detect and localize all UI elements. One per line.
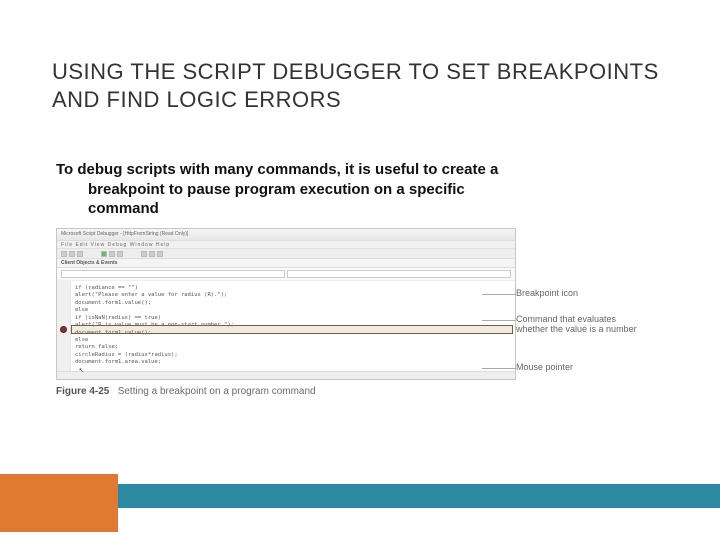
pause-button[interactable] <box>109 251 115 257</box>
code-line: else <box>75 337 511 344</box>
code-line: alert("R is value must be a non-start nu… <box>75 322 511 329</box>
ide-panel-label: Client Objects & Events <box>57 259 515 268</box>
code-line: if (isNaN(radius) == true) <box>75 315 511 322</box>
ide-title-bar: Microsoft Script Debugger - [HttpFromStr… <box>57 229 515 241</box>
callout-label: Mouse pointer <box>516 362 573 372</box>
code-line: return false; <box>75 344 511 351</box>
mouse-pointer-icon: ↖ <box>79 365 84 376</box>
ide-status-bar <box>57 371 515 379</box>
callout-label: Command that evaluates whether the value… <box>516 314 637 334</box>
object-dropdown[interactable] <box>61 270 285 278</box>
body-text: To debug scripts with many commands, it … <box>56 160 660 219</box>
step-into-button[interactable] <box>141 251 147 257</box>
code-line: document.form1.area.value; <box>75 359 511 366</box>
code-line: alert("Please enter a value for radius (… <box>75 292 511 299</box>
code-line: document.form1.value(); <box>75 330 511 337</box>
body-line-1: To debug scripts with many commands, it … <box>56 161 498 178</box>
run-button[interactable] <box>101 251 107 257</box>
code-line: circleRadius = (radius*radius); <box>75 352 511 359</box>
event-dropdown[interactable] <box>287 270 511 278</box>
ide-toolbar <box>57 249 515 259</box>
callout-mouse: Mouse pointer <box>516 362 573 372</box>
toolbar-button[interactable] <box>77 251 83 257</box>
callout-label: Breakpoint icon <box>516 288 578 298</box>
toolbar-button[interactable] <box>69 251 75 257</box>
footer-block-orange <box>0 474 118 532</box>
code-line: else <box>75 307 511 314</box>
figure-label: Figure 4-25 <box>56 386 109 397</box>
ide-object-dropdowns <box>57 268 515 281</box>
body-line-3: command <box>56 199 660 219</box>
step-over-button[interactable] <box>149 251 155 257</box>
figure: Microsoft Script Debugger - [HttpFromStr… <box>56 228 516 397</box>
body-line-2: breakpoint to pause program execution on… <box>56 180 660 200</box>
ide-menu-bar: File Edit View Debug Window Help <box>57 241 515 249</box>
callout-command: Command that evaluates whether the value… <box>516 314 646 334</box>
callout-breakpoint: Breakpoint icon <box>516 288 578 298</box>
ide-code-area: if (radiance == "") alert("Please enter … <box>57 281 515 371</box>
slide: USING THE SCRIPT DEBUGGER TO SET BREAKPO… <box>0 0 720 540</box>
figure-caption: Figure 4-25 Setting a breakpoint on a pr… <box>56 386 516 397</box>
code-line: if (radiance == "") <box>75 285 511 292</box>
toolbar-button[interactable] <box>61 251 67 257</box>
breakpoint-icon[interactable] <box>60 326 67 333</box>
ide-window: Microsoft Script Debugger - [HttpFromStr… <box>56 228 516 380</box>
figure-caption-text: Setting a breakpoint on a program comman… <box>118 386 316 397</box>
step-out-button[interactable] <box>157 251 163 257</box>
code-line: document.form1.value(); <box>75 300 511 307</box>
slide-title: USING THE SCRIPT DEBUGGER TO SET BREAKPO… <box>52 58 680 113</box>
stop-button[interactable] <box>117 251 123 257</box>
